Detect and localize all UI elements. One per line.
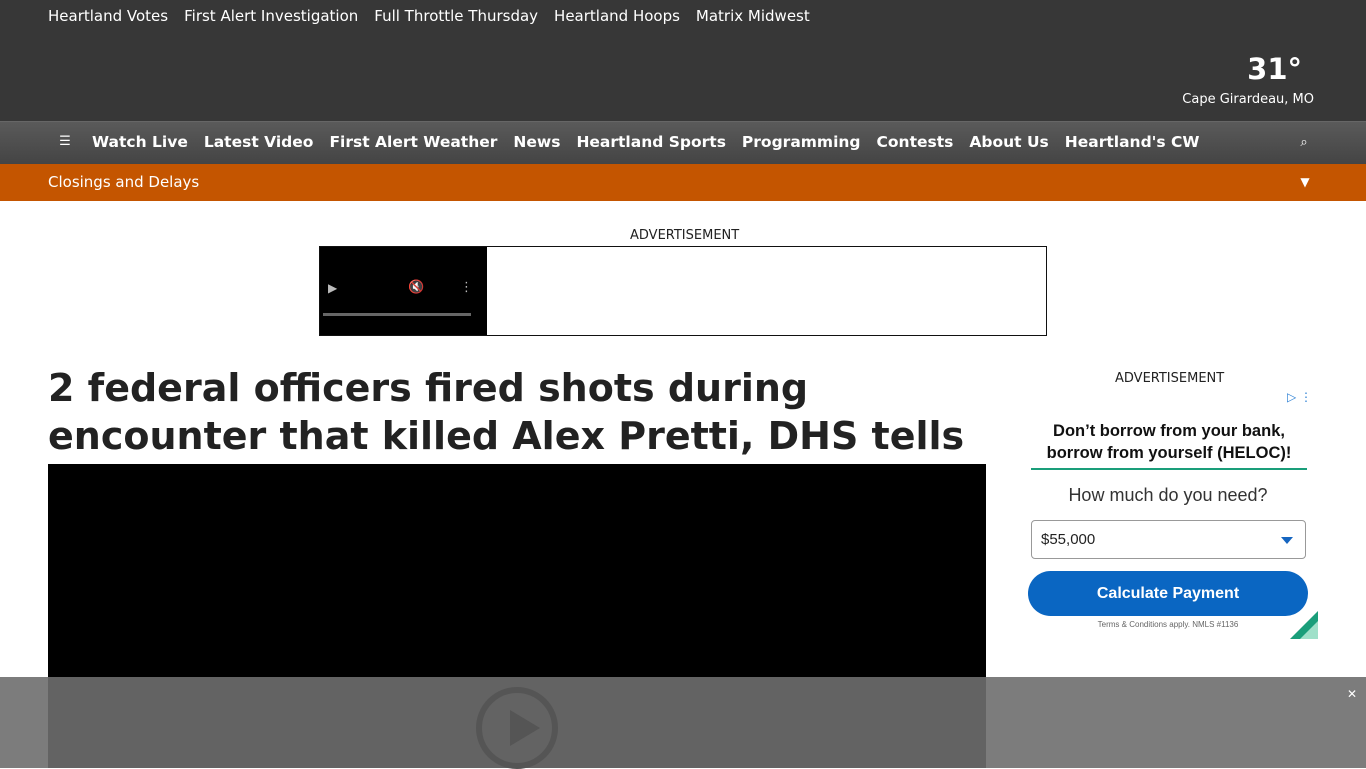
ad-video-player[interactable]: ▶ 🔇 ⋮ xyxy=(320,247,487,335)
side-ad[interactable]: ▷ ⋮ Don’t borrow from your bank, borrow … xyxy=(1028,388,1318,639)
amount-select-value: $55,000 xyxy=(1041,531,1096,548)
weather-widget[interactable]: 31° Cape Girardeau, MO xyxy=(1182,52,1314,107)
nav-item-about-us[interactable]: About Us xyxy=(969,133,1048,151)
calculate-payment-button[interactable]: Calculate Payment xyxy=(1028,571,1308,616)
chevron-down-icon[interactable]: ▼ xyxy=(1298,174,1312,190)
top-ad-banner[interactable]: ▶ 🔇 ⋮ xyxy=(319,246,1047,336)
nav-item-news[interactable]: News xyxy=(513,133,560,151)
nav-item-contests[interactable]: Contests xyxy=(877,133,954,151)
weather-location: Cape Girardeau, MO xyxy=(1182,92,1314,107)
top-link-heartland-votes[interactable]: Heartland Votes xyxy=(48,7,168,25)
side-ad-divider xyxy=(1031,468,1307,470)
top-bar: Heartland Votes First Alert Investigatio… xyxy=(0,0,1366,121)
top-link-heartland-hoops[interactable]: Heartland Hoops xyxy=(554,7,680,25)
side-ad-headline: Don’t borrow from your bank, borrow from… xyxy=(1046,422,1292,462)
search-icon[interactable]: ⌕ xyxy=(1297,135,1311,151)
play-icon[interactable] xyxy=(476,687,558,769)
play-icon[interactable]: ▶ xyxy=(328,281,337,295)
top-link-first-alert-investigation[interactable]: First Alert Investigation xyxy=(184,7,358,25)
bottom-sticky-bar: ✕ xyxy=(0,677,1366,768)
chevron-down-icon xyxy=(1281,537,1293,544)
closings-label: Closings and Delays xyxy=(48,173,200,191)
nav-item-first-alert-weather[interactable]: First Alert Weather xyxy=(329,133,497,151)
main-nav: ☰ Watch Live Latest Video First Alert We… xyxy=(0,121,1366,164)
mute-icon[interactable]: 🔇 xyxy=(408,280,424,295)
top-link-matrix-midwest[interactable]: Matrix Midwest xyxy=(696,7,810,25)
top-links: Heartland Votes First Alert Investigatio… xyxy=(48,7,810,25)
nav-item-heartland-sports[interactable]: Heartland Sports xyxy=(576,133,725,151)
top-ad-label: ADVERTISEMENT xyxy=(630,228,740,243)
closings-alert-bar[interactable]: Closings and Delays ▼ xyxy=(0,164,1366,201)
nav-item-programming[interactable]: Programming xyxy=(742,133,861,151)
top-link-full-throttle-thursday[interactable]: Full Throttle Thursday xyxy=(374,7,538,25)
weather-temperature: 31° xyxy=(1247,52,1302,86)
amount-select[interactable]: $55,000 xyxy=(1031,520,1306,559)
ad-corner-decoration-inner xyxy=(1300,621,1318,639)
main-nav-items: Watch Live Latest Video First Alert Weat… xyxy=(92,133,1200,151)
nav-item-heartlands-cw[interactable]: Heartland's CW xyxy=(1065,133,1200,151)
side-ad-terms[interactable]: Terms & Conditions apply. NMLS #1136 xyxy=(1028,620,1308,629)
ad-video-progress[interactable] xyxy=(323,313,471,316)
side-ad-label: ADVERTISEMENT xyxy=(1115,371,1225,386)
menu-icon[interactable]: ☰ xyxy=(58,134,72,150)
more-options-icon[interactable]: ⋮ xyxy=(460,280,473,295)
nav-item-latest-video[interactable]: Latest Video xyxy=(204,133,314,151)
side-ad-question: How much do you need? xyxy=(1068,485,1268,505)
adchoices-icon[interactable]: ▷ ⋮ xyxy=(1287,390,1312,404)
close-icon[interactable]: ✕ xyxy=(1346,686,1358,702)
nav-item-watch-live[interactable]: Watch Live xyxy=(92,133,188,151)
